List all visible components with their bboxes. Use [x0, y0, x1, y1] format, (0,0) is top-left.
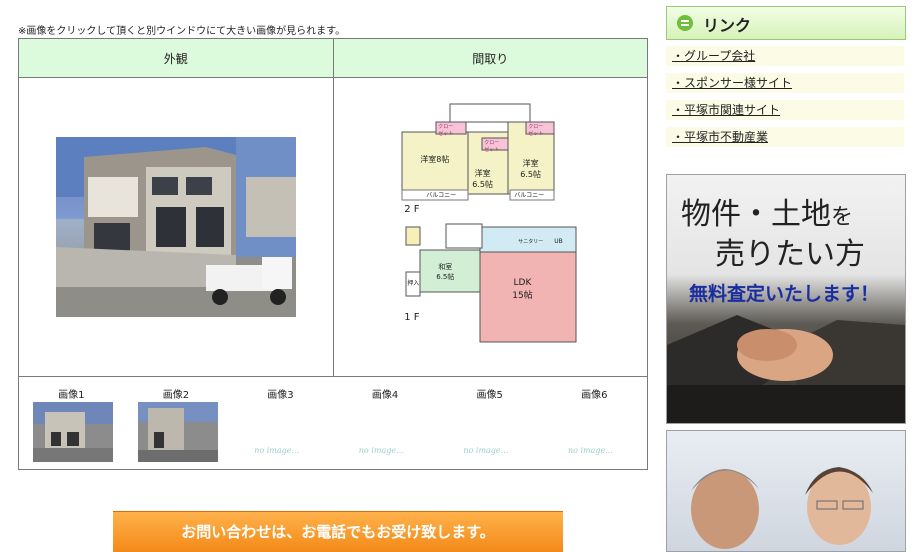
- thumbnail-6[interactable]: 画像6 no image...: [542, 374, 647, 469]
- thumbnail-label: 画像4: [371, 390, 399, 401]
- exterior-header: 外観: [18, 38, 334, 78]
- floor1-label: 1 F: [404, 312, 420, 323]
- click-note: ※画像をクリックして頂くと別ウインドウにて大きい画像が見られます。: [18, 26, 346, 37]
- sidebar: リンク ・グループ会社 ・スポンサー様サイト ・平塚市関連サイト ・平塚市不動産…: [666, 6, 906, 552]
- ldk-label: LDK 15帖: [512, 278, 533, 301]
- exterior-photo[interactable]: [55, 137, 296, 317]
- thumbnail-label: 画像6: [581, 390, 608, 401]
- thumbnail-2[interactable]: 画像2: [124, 374, 229, 469]
- thumbnail-row: 画像1 画像2 画像3 no image... 画像4 no image... …: [18, 374, 648, 470]
- ad-line1: 物件・土地を: [681, 197, 854, 232]
- japanese-room-label: 和室 6.5帖: [436, 263, 455, 281]
- floorplan-header: 間取り: [332, 38, 648, 78]
- thumbnail-4[interactable]: 画像4 no image...: [333, 374, 438, 469]
- arrow-circle-icon: [677, 15, 693, 31]
- thumbnail-label: 画像2: [162, 390, 190, 401]
- ad-line3: 無料査定いたします！: [689, 283, 880, 305]
- link-hiratsuka-realestate[interactable]: ・平塚市不動産業: [666, 127, 904, 147]
- floor2-label: 2 F: [404, 204, 420, 215]
- thumbnail-label: 画像3: [267, 390, 294, 401]
- bath-label: UB: [554, 238, 563, 245]
- couple-photo-art: [691, 467, 873, 549]
- balcony-label-2: バルコニー: [514, 192, 545, 199]
- ad-line2: 売りたい方: [715, 237, 865, 272]
- exterior-cell: [18, 77, 334, 377]
- floorplan-cell: 洋室8帖 洋室 6.5帖 洋室 6.5帖 クロー ゼット クロー ゼット クロー…: [332, 77, 648, 377]
- thumbnail-5[interactable]: 画像5 no image...: [437, 374, 542, 469]
- couple-photo-ad[interactable]: [666, 430, 906, 552]
- thumbnail-label: 画像5: [476, 390, 503, 401]
- thumbnail-image[interactable]: [137, 402, 218, 462]
- thumbnail-3[interactable]: 画像3 no image...: [228, 374, 333, 469]
- link-group-company[interactable]: ・グループ会社: [666, 46, 904, 66]
- closet-label-1: クロー ゼット: [438, 124, 454, 137]
- room-label-65b: 洋室 6.5帖: [520, 159, 541, 179]
- links-title: リンク: [703, 16, 752, 35]
- link-hiratsuka-related[interactable]: ・平塚市関連サイト: [666, 100, 904, 120]
- closet-label-2: クロー ゼット: [484, 140, 500, 153]
- no-image-placeholder: no image...: [463, 446, 509, 455]
- links-header: リンク: [666, 6, 906, 40]
- balcony-label-1: バルコニー: [426, 192, 457, 199]
- house-photo-art: [55, 137, 296, 317]
- room-label-65a: 洋室 6.5帖: [472, 169, 493, 189]
- closet-label-3: クロー ゼット: [528, 124, 544, 137]
- thumbnail-1[interactable]: 画像1: [19, 374, 124, 469]
- sell-property-ad[interactable]: 物件・土地を 売りたい方 無料査定いたします！: [666, 174, 906, 424]
- sanitary-label: サニタリー: [518, 239, 544, 245]
- room-label-8: 洋室8帖: [420, 155, 450, 164]
- thumbnail-label: 画像1: [58, 390, 85, 401]
- no-image-placeholder: no image...: [567, 446, 613, 455]
- property-table: 外観 間取り 洋室8帖 洋室 6.5帖 洋室 6.5帖 クロー ゼット クロー …: [18, 38, 648, 377]
- floorplan-image[interactable]: 洋室8帖 洋室 6.5帖 洋室 6.5帖 クロー ゼット クロー ゼット クロー…: [400, 102, 581, 352]
- link-sponsor-sites[interactable]: ・スポンサー様サイト: [666, 73, 904, 93]
- no-image-placeholder: no image...: [358, 446, 404, 455]
- no-image-placeholder: no image...: [254, 446, 300, 455]
- storage-label: 押入: [407, 280, 420, 287]
- thumbnail-image[interactable]: [33, 402, 113, 462]
- main-content: ※画像をクリックして頂くと別ウインドウにて大きい画像が見られます。 外観 間取り: [0, 0, 660, 552]
